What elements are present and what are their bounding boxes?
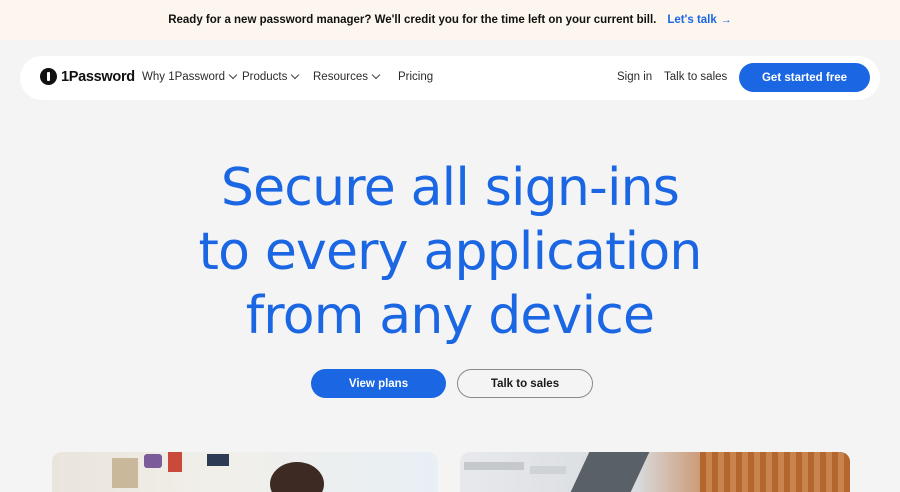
nav-item-why-1password[interactable]: Why 1Password <box>142 70 238 83</box>
hero-photo-left <box>52 452 438 492</box>
chevron-down-icon <box>291 70 300 80</box>
photo-detail <box>464 462 524 470</box>
get-started-button[interactable]: Get started free <box>739 63 870 92</box>
photo-detail <box>168 452 182 472</box>
nav-item-resources[interactable]: Resources <box>313 70 381 83</box>
photo-detail <box>530 466 566 474</box>
hero-line: to every application <box>198 222 702 282</box>
navbar: 1Password Why 1Password Products Resourc… <box>20 56 880 100</box>
logo[interactable]: 1Password <box>40 68 135 85</box>
promo-link-label: Let's talk <box>667 14 717 26</box>
sign-in-link[interactable]: Sign in <box>617 71 652 83</box>
photo-detail <box>207 454 229 466</box>
photo-wood-wall <box>700 452 850 492</box>
nav-item-label: Resources <box>313 71 368 83</box>
chevron-down-icon <box>371 70 381 80</box>
hero-photo-right <box>460 452 850 492</box>
hero-line: from any device <box>245 286 655 346</box>
talk-to-sales-link[interactable]: Talk to sales <box>664 71 727 83</box>
hero-heading: Secure all sign-ins to every application… <box>0 156 900 348</box>
nav-item-label: Pricing <box>398 71 434 83</box>
promo-banner: Ready for a new password manager? We'll … <box>0 0 900 40</box>
arrow-right-icon: → <box>720 14 732 26</box>
view-plans-button[interactable]: View plans <box>311 369 446 398</box>
photo-detail <box>144 454 162 468</box>
hero-talk-to-sales-button[interactable]: Talk to sales <box>457 369 593 398</box>
hero-line: Secure all sign-ins <box>220 158 680 218</box>
photo-person-head <box>270 462 324 492</box>
chevron-down-icon <box>228 70 238 80</box>
nav-item-label: Products <box>242 71 288 83</box>
nav-item-pricing[interactable]: Pricing <box>398 71 433 83</box>
1password-logo-icon <box>40 68 57 85</box>
promo-link[interactable]: Let's talk → <box>667 14 731 26</box>
logo-text: 1Password <box>61 68 135 85</box>
sign-in-label: Sign in <box>617 71 653 83</box>
nav-item-label: Why 1Password <box>142 71 226 83</box>
nav-item-products[interactable]: Products <box>242 70 300 83</box>
talk-to-sales-label: Talk to sales <box>664 71 728 83</box>
photo-detail <box>570 452 650 492</box>
promo-text: Ready for a new password manager? We'll … <box>168 14 657 26</box>
photo-detail <box>112 458 138 488</box>
